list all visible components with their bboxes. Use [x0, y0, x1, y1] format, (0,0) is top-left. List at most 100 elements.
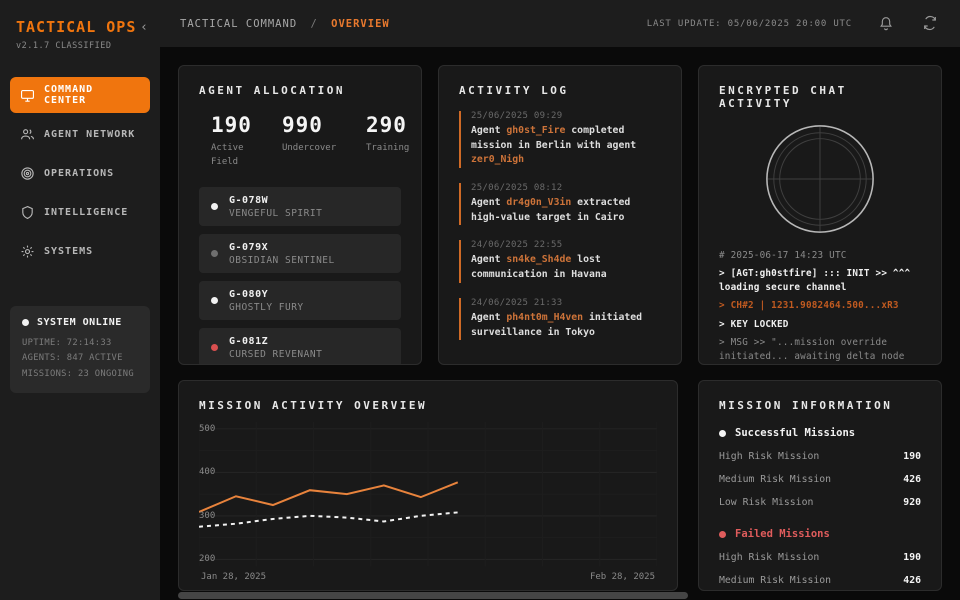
uptime-value: UPTIME: 72:14:33: [22, 336, 138, 351]
failed-missions-header: Failed Missions: [719, 528, 921, 540]
mission-information-card: MISSION INFORMATION Successful Missions …: [698, 380, 942, 591]
log-message: Agent ph4nt0m_H4ven initiated surveillan…: [471, 311, 661, 340]
terminal-line: > MSG >> "...mission override initiated.…: [719, 336, 921, 365]
mission-activity-chart-card: MISSION ACTIVITY OVERVIEW 500400300200 J…: [178, 380, 678, 591]
agent-list: G-078W VENGEFUL SPIRIT G-079X OBSIDIAN S…: [199, 187, 401, 365]
status-dot: [719, 531, 726, 538]
log-message: Agent sn4ke_Sh4de lost communication in …: [471, 253, 661, 282]
refresh-icon: [922, 15, 938, 31]
log-timestamp: 24/06/2025 21:33: [471, 298, 661, 308]
nav-item-operations[interactable]: OPERATIONS: [10, 155, 150, 191]
mission-stat-label: Medium Risk Mission: [719, 474, 831, 485]
mission-stat-value: 426: [903, 474, 921, 485]
dashboard-content: AGENT ALLOCATION 190 Active Field 990 Un…: [160, 47, 960, 600]
group-label: Failed Missions: [735, 528, 830, 540]
nav-item-systems[interactable]: SYSTEMS: [10, 233, 150, 269]
app-version: v2.1.7 CLASSIFIED: [16, 41, 146, 51]
nav-label: COMMAND CENTER: [44, 84, 140, 106]
agent-row[interactable]: G-079X OBSIDIAN SENTINEL: [199, 234, 401, 273]
stat-training: 290 Training: [366, 113, 409, 169]
agent-codename: VENGEFUL SPIRIT: [229, 208, 322, 219]
activity-log-list[interactable]: 25/06/2025 09:29 Agent gh0st_Fire comple…: [459, 111, 661, 346]
missions-value: MISSIONS: 23 ONGOING: [22, 367, 138, 382]
log-message: Agent gh0st_Fire completed mission in Be…: [471, 124, 661, 168]
horizontal-scrollbar-thumb[interactable]: [178, 592, 688, 599]
gear-icon: [20, 244, 35, 259]
nav-item-intelligence[interactable]: INTELLIGENCE: [10, 194, 150, 230]
activity-log-card: ACTIVITY LOG 25/06/2025 09:29 Agent gh0s…: [438, 65, 682, 365]
stat-value: 290: [366, 113, 409, 137]
nav-label: OPERATIONS: [44, 168, 114, 179]
agent-status-dot: [211, 250, 218, 257]
sidebar-collapse-icon[interactable]: ‹: [140, 20, 148, 35]
terminal-line: > CH#2 | 1231.9082464.500...xR3: [719, 299, 921, 312]
log-timestamp: 25/06/2025 09:29: [471, 111, 661, 121]
agent-handle: zer0_Nigh: [471, 154, 524, 165]
agent-allocation-card: AGENT ALLOCATION 190 Active Field 990 Un…: [178, 65, 422, 365]
line-chart[interactable]: 500400300200: [199, 422, 657, 568]
refresh-button[interactable]: [922, 15, 940, 33]
agent-status-dot: [211, 203, 218, 210]
main-area: TACTICAL COMMAND / OVERVIEW LAST UPDATE:…: [160, 0, 960, 600]
stat-label: Training: [366, 142, 409, 156]
log-message: Agent dr4g0n_V3in extracted high-value t…: [471, 196, 661, 225]
notifications-button[interactable]: [878, 15, 896, 33]
mission-stat-row: Low Risk Mission 920: [719, 497, 921, 508]
card-title: ACTIVITY LOG: [459, 84, 661, 97]
mission-stat-row: High Risk Mission 190: [719, 451, 921, 462]
shield-icon: [20, 205, 35, 220]
target-icon: [20, 166, 35, 181]
agent-code: G-079X: [229, 242, 335, 253]
status-dot: [22, 319, 29, 326]
agent-row[interactable]: G-080Y GHOSTLY FURY: [199, 281, 401, 320]
log-timestamp: 24/06/2025 22:55: [471, 240, 661, 250]
brand: TACTICAL OPS v2.1.7 CLASSIFIED ‹: [10, 14, 150, 51]
x-axis-start-label: Jan 28, 2025: [201, 572, 266, 582]
crypto-dial-icon: [761, 120, 879, 238]
mission-stat-value: 920: [903, 497, 921, 508]
stat-active-field: 190 Active Field: [211, 113, 252, 169]
agent-status-dot: [211, 344, 218, 351]
terminal-feed: # 2025-06-17 14:23 UTC > [AGT:gh0stfire]…: [719, 244, 921, 365]
agents-value: AGENTS: 847 ACTIVE: [22, 351, 138, 366]
stat-value: 190: [211, 113, 252, 137]
log-entry: 25/06/2025 08:12 Agent dr4g0n_V3in extra…: [459, 183, 661, 225]
agent-row[interactable]: G-078W VENGEFUL SPIRIT: [199, 187, 401, 226]
chart-title: MISSION ACTIVITY OVERVIEW: [199, 399, 657, 412]
y-axis-tick: 400: [199, 467, 215, 477]
mission-stat-label: High Risk Mission: [719, 552, 819, 563]
stat-label: Undercover: [282, 142, 336, 156]
chart-plot-area: [199, 422, 657, 568]
breadcrumb-root[interactable]: TACTICAL COMMAND: [180, 18, 297, 30]
mission-stat-label: High Risk Mission: [719, 451, 819, 462]
agent-code: G-081Z: [229, 336, 322, 347]
terminal-line: # 2025-06-17 14:23 UTC: [719, 249, 921, 262]
topbar: TACTICAL COMMAND / OVERVIEW LAST UPDATE:…: [160, 0, 960, 47]
log-entry: 25/06/2025 09:29 Agent gh0st_Fire comple…: [459, 111, 661, 168]
agent-status-dot: [211, 297, 218, 304]
log-timestamp: 25/06/2025 08:12: [471, 183, 661, 193]
monitor-icon: [20, 88, 35, 103]
agent-code: G-078W: [229, 195, 322, 206]
app-title: TACTICAL OPS: [16, 18, 146, 36]
y-axis-tick: 300: [199, 511, 215, 521]
agent-handle: sn4ke_Sh4de: [506, 254, 571, 265]
agent-row[interactable]: G-081Z CURSED REVENANT: [199, 328, 401, 365]
encrypted-chat-card: ENCRYPTED CHAT ACTIVITY # 2025-06-17 14:…: [698, 65, 942, 365]
y-axis-tick: 500: [199, 424, 215, 434]
x-axis-end-label: Feb 28, 2025: [590, 572, 655, 582]
stat-undercover: 990 Undercover: [282, 113, 336, 169]
nav-item-command-center[interactable]: COMMAND CENTER: [10, 77, 150, 113]
sidebar: TACTICAL OPS v2.1.7 CLASSIFIED ‹ COMMAND…: [0, 0, 160, 600]
breadcrumb-current: OVERVIEW: [331, 18, 390, 30]
mission-stat-value: 190: [903, 552, 921, 563]
nav-item-agent-network[interactable]: AGENT NETWORK: [10, 116, 150, 152]
nav-label: AGENT NETWORK: [44, 129, 135, 140]
mission-stat-row: Medium Risk Mission 426: [719, 575, 921, 586]
card-title: AGENT ALLOCATION: [199, 84, 401, 97]
agent-codename: GHOSTLY FURY: [229, 302, 304, 313]
mission-stat-value: 426: [903, 575, 921, 586]
card-title: ENCRYPTED CHAT ACTIVITY: [719, 84, 921, 110]
nav-label: SYSTEMS: [44, 246, 93, 257]
breadcrumb-separator: /: [310, 18, 317, 30]
